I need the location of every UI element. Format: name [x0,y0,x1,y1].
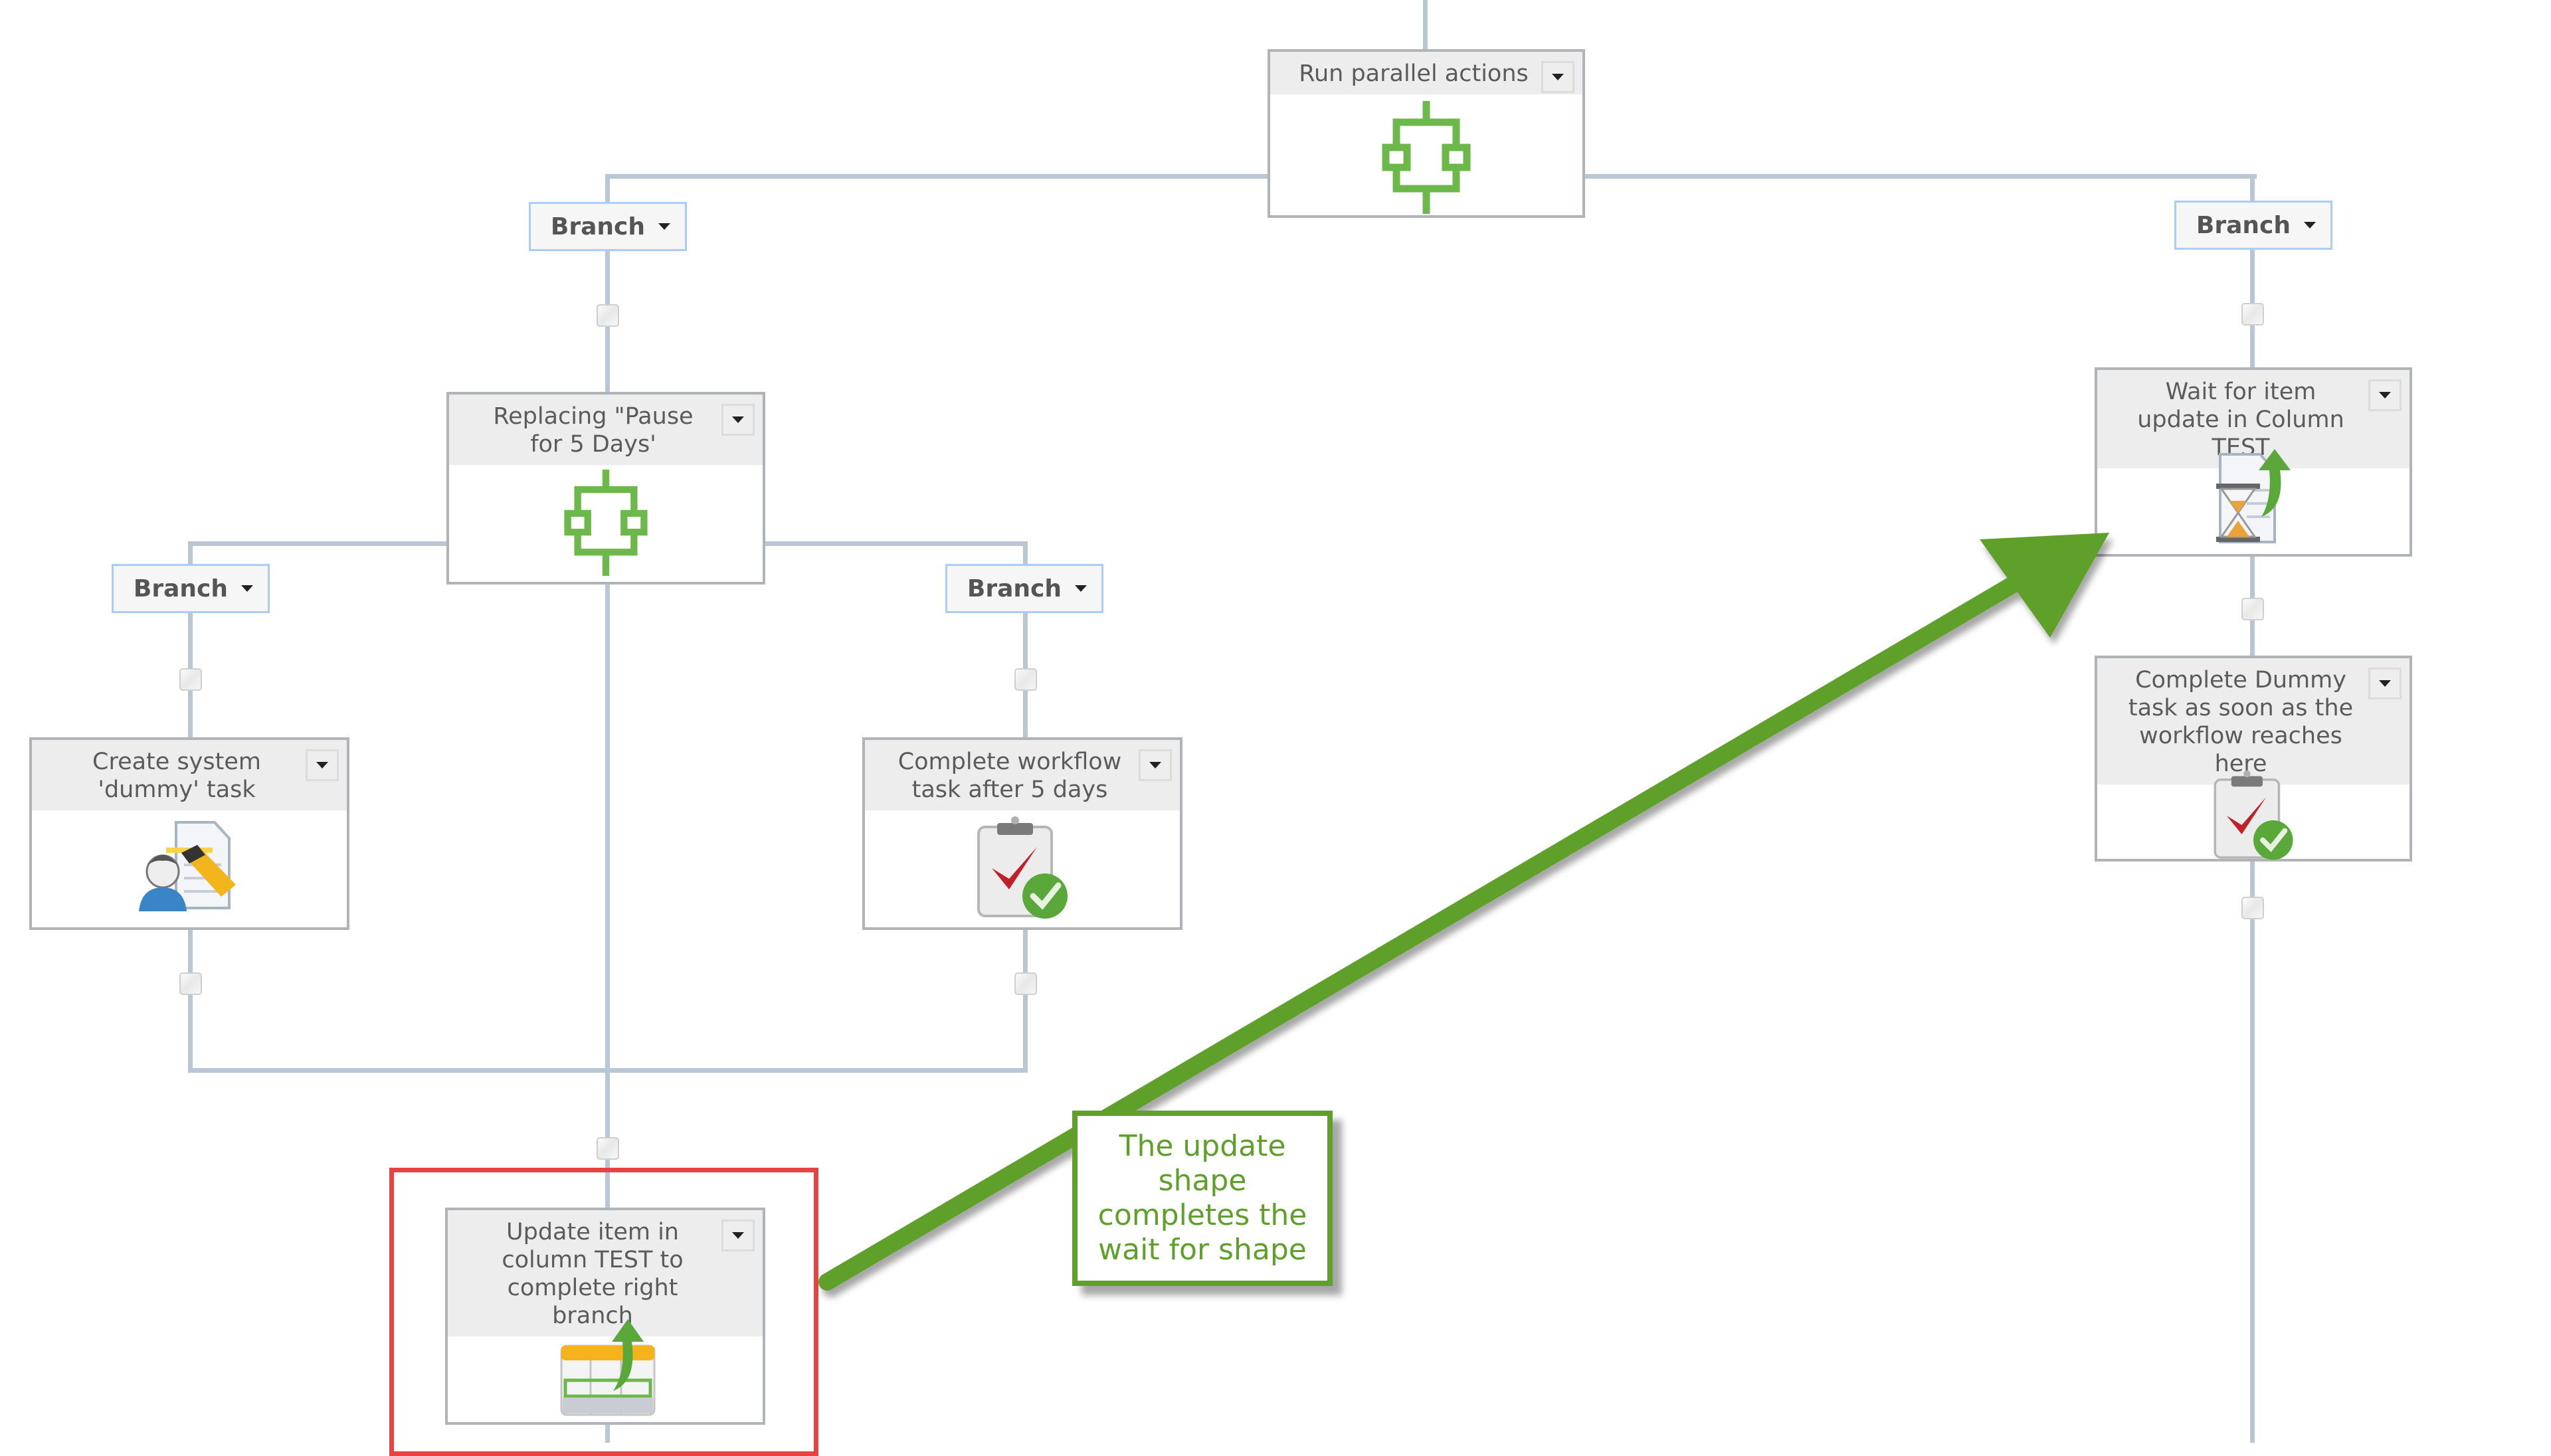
annotation-callout: The update shape completes the wait for … [1072,1111,1333,1286]
